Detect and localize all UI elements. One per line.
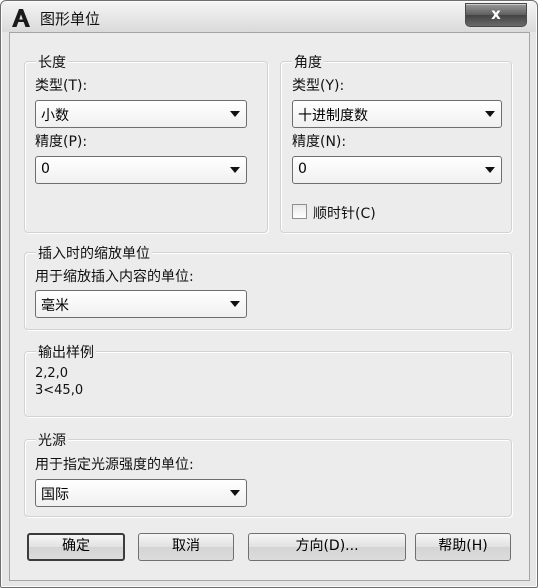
- length-type-value: 小数: [41, 108, 69, 124]
- chevron-down-icon: [230, 111, 240, 117]
- help-button[interactable]: 帮助(H): [415, 533, 511, 561]
- insertion-units-dropdown[interactable]: 毫米: [35, 290, 247, 318]
- dialog-title: 图形单位: [40, 10, 101, 28]
- clockwise-checkbox[interactable]: [292, 204, 307, 219]
- angle-precision-dropdown[interactable]: 0: [292, 156, 502, 184]
- length-type-dropdown[interactable]: 小数: [35, 100, 247, 128]
- lighting-units-dropdown[interactable]: 国际: [35, 479, 247, 507]
- units-dialog: 图形单位 x 长度 类型(T): 小数 精度(P): 0 角度 类型(Y): 十…: [0, 0, 538, 588]
- angle-group-label: 角度: [292, 52, 324, 72]
- length-precision-dropdown[interactable]: 0: [35, 156, 247, 184]
- angle-precision-label: 精度(N):: [292, 134, 347, 150]
- angle-precision-value: 0: [298, 161, 307, 177]
- length-precision-value: 0: [41, 161, 50, 177]
- sample-output-line-1: 2,2,0: [35, 366, 69, 381]
- angle-type-label: 类型(Y):: [292, 78, 345, 94]
- chevron-down-icon: [485, 167, 495, 173]
- angle-type-value: 十进制度数: [298, 108, 368, 124]
- ok-button[interactable]: 确定: [27, 533, 125, 561]
- title-bar[interactable]: 图形单位 x: [2, 2, 536, 32]
- sample-output-group: [24, 351, 512, 417]
- chevron-down-icon: [485, 111, 495, 117]
- direction-button[interactable]: 方向(D)...: [248, 533, 406, 561]
- insertion-units-label: 用于缩放插入内容的单位:: [35, 269, 194, 285]
- dialog-body: 长度 类型(T): 小数 精度(P): 0 角度 类型(Y): 十进制度数 精度…: [9, 32, 530, 581]
- close-button[interactable]: x: [465, 3, 527, 27]
- lighting-group-label: 光源: [36, 430, 68, 450]
- length-precision-label: 精度(P):: [35, 134, 88, 150]
- length-group-label: 长度: [36, 52, 68, 72]
- chevron-down-icon: [230, 490, 240, 496]
- autocad-a-icon: [12, 9, 30, 27]
- insertion-units-value: 毫米: [41, 298, 69, 314]
- chevron-down-icon: [230, 167, 240, 173]
- close-icon: x: [491, 5, 501, 23]
- length-type-label: 类型(T):: [35, 78, 88, 94]
- lighting-units-label: 用于指定光源强度的单位:: [35, 457, 194, 473]
- clockwise-label[interactable]: 顺时针(C): [313, 203, 376, 223]
- lighting-units-value: 国际: [41, 487, 69, 503]
- chevron-down-icon: [230, 301, 240, 307]
- insertion-scale-group-label: 插入时的缩放单位: [36, 243, 152, 263]
- angle-type-dropdown[interactable]: 十进制度数: [292, 100, 502, 128]
- sample-output-group-label: 输出样例: [36, 342, 96, 362]
- cancel-button[interactable]: 取消: [138, 533, 234, 561]
- sample-output-line-2: 3<45,0: [35, 383, 84, 398]
